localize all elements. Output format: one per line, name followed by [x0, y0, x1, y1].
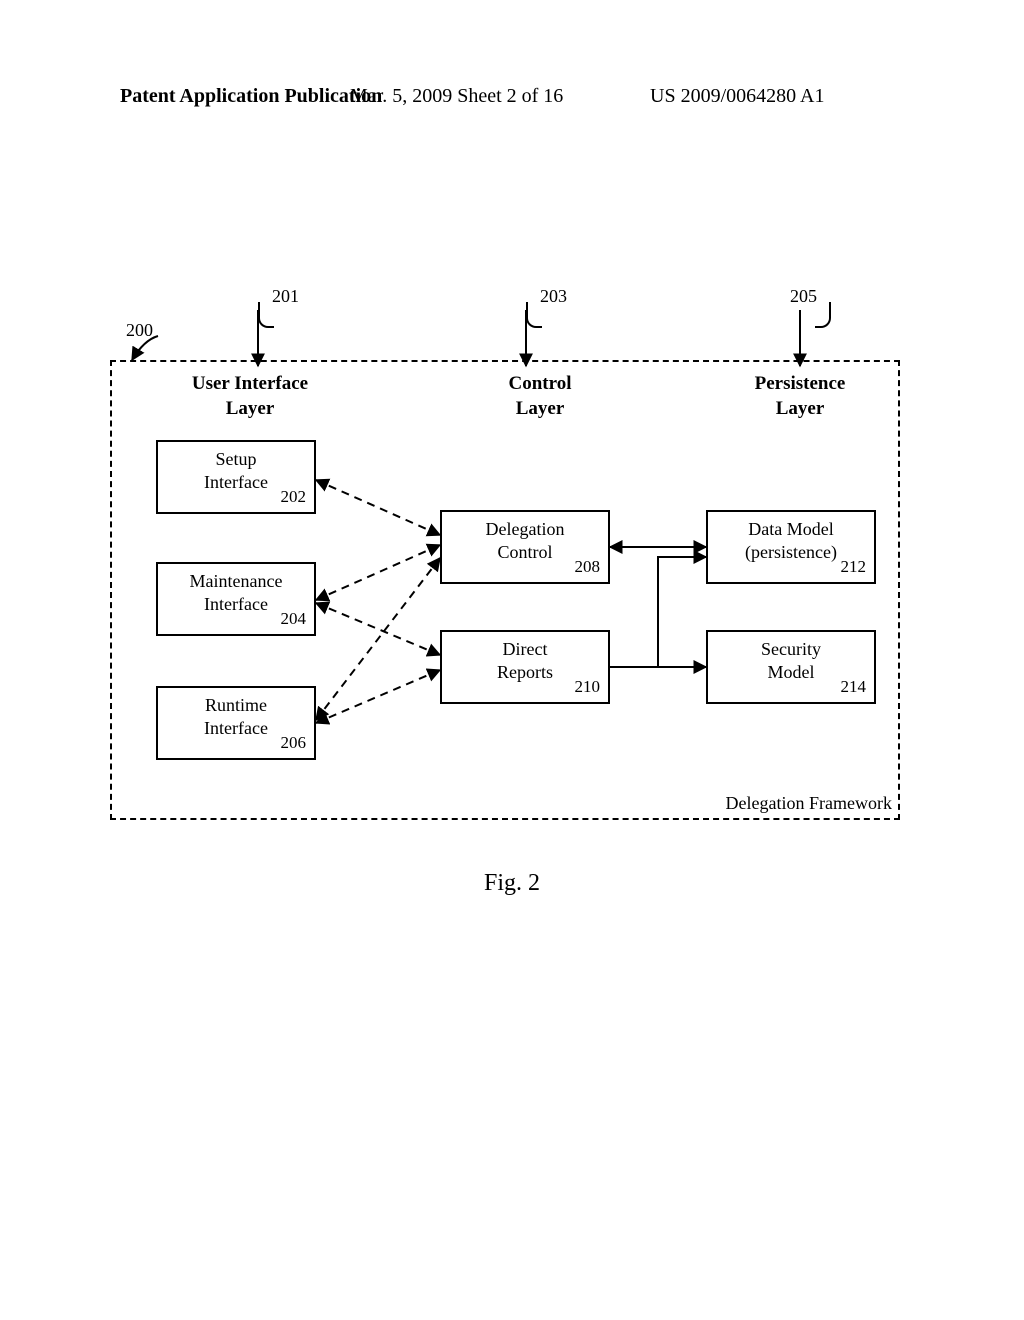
- box-num: 202: [281, 486, 307, 508]
- header-right: US 2009/0064280 A1: [650, 85, 824, 108]
- box-runtime-interface: RuntimeInterface 206: [156, 686, 316, 760]
- ref-203: 203: [540, 286, 567, 307]
- box-delegation-control: DelegationControl 208: [440, 510, 610, 584]
- layer-title-persistence: PersistenceLayer: [700, 372, 900, 421]
- box-num: 206: [281, 732, 307, 754]
- box-num: 204: [281, 608, 307, 630]
- page: Patent Application Publication Mar. 5, 2…: [0, 0, 1024, 1320]
- box-label: DirectReports: [497, 639, 553, 682]
- box-num: 214: [841, 676, 867, 698]
- box-num: 212: [841, 556, 867, 578]
- box-label: DelegationControl: [486, 519, 565, 562]
- box-label: SecurityModel: [761, 639, 821, 682]
- ref-201: 201: [272, 286, 299, 307]
- framework-label: Delegation Framework: [726, 793, 892, 814]
- ref-205: 205: [790, 286, 817, 307]
- box-label: RuntimeInterface: [204, 695, 268, 738]
- box-num: 210: [575, 676, 601, 698]
- figure-caption: Fig. 2: [0, 870, 1024, 897]
- box-security-model: SecurityModel 214: [706, 630, 876, 704]
- box-label: Data Model(persistence): [745, 519, 837, 562]
- layer-title-ui: User InterfaceLayer: [150, 372, 350, 421]
- box-maintenance-interface: MaintenanceInterface 204: [156, 562, 316, 636]
- box-num: 208: [575, 556, 601, 578]
- ref-200: 200: [126, 320, 153, 341]
- layer-title-control: ControlLayer: [440, 372, 640, 421]
- header-left: Patent Application Publication: [120, 85, 382, 108]
- box-direct-reports: DirectReports 210: [440, 630, 610, 704]
- box-setup-interface: SetupInterface 202: [156, 440, 316, 514]
- diagram: 201 203 205 200 Delegation Framework Use…: [110, 310, 900, 820]
- box-label: MaintenanceInterface: [190, 571, 283, 614]
- box-data-model: Data Model(persistence) 212: [706, 510, 876, 584]
- box-label: SetupInterface: [204, 449, 268, 492]
- header-center: Mar. 5, 2009 Sheet 2 of 16: [350, 85, 563, 108]
